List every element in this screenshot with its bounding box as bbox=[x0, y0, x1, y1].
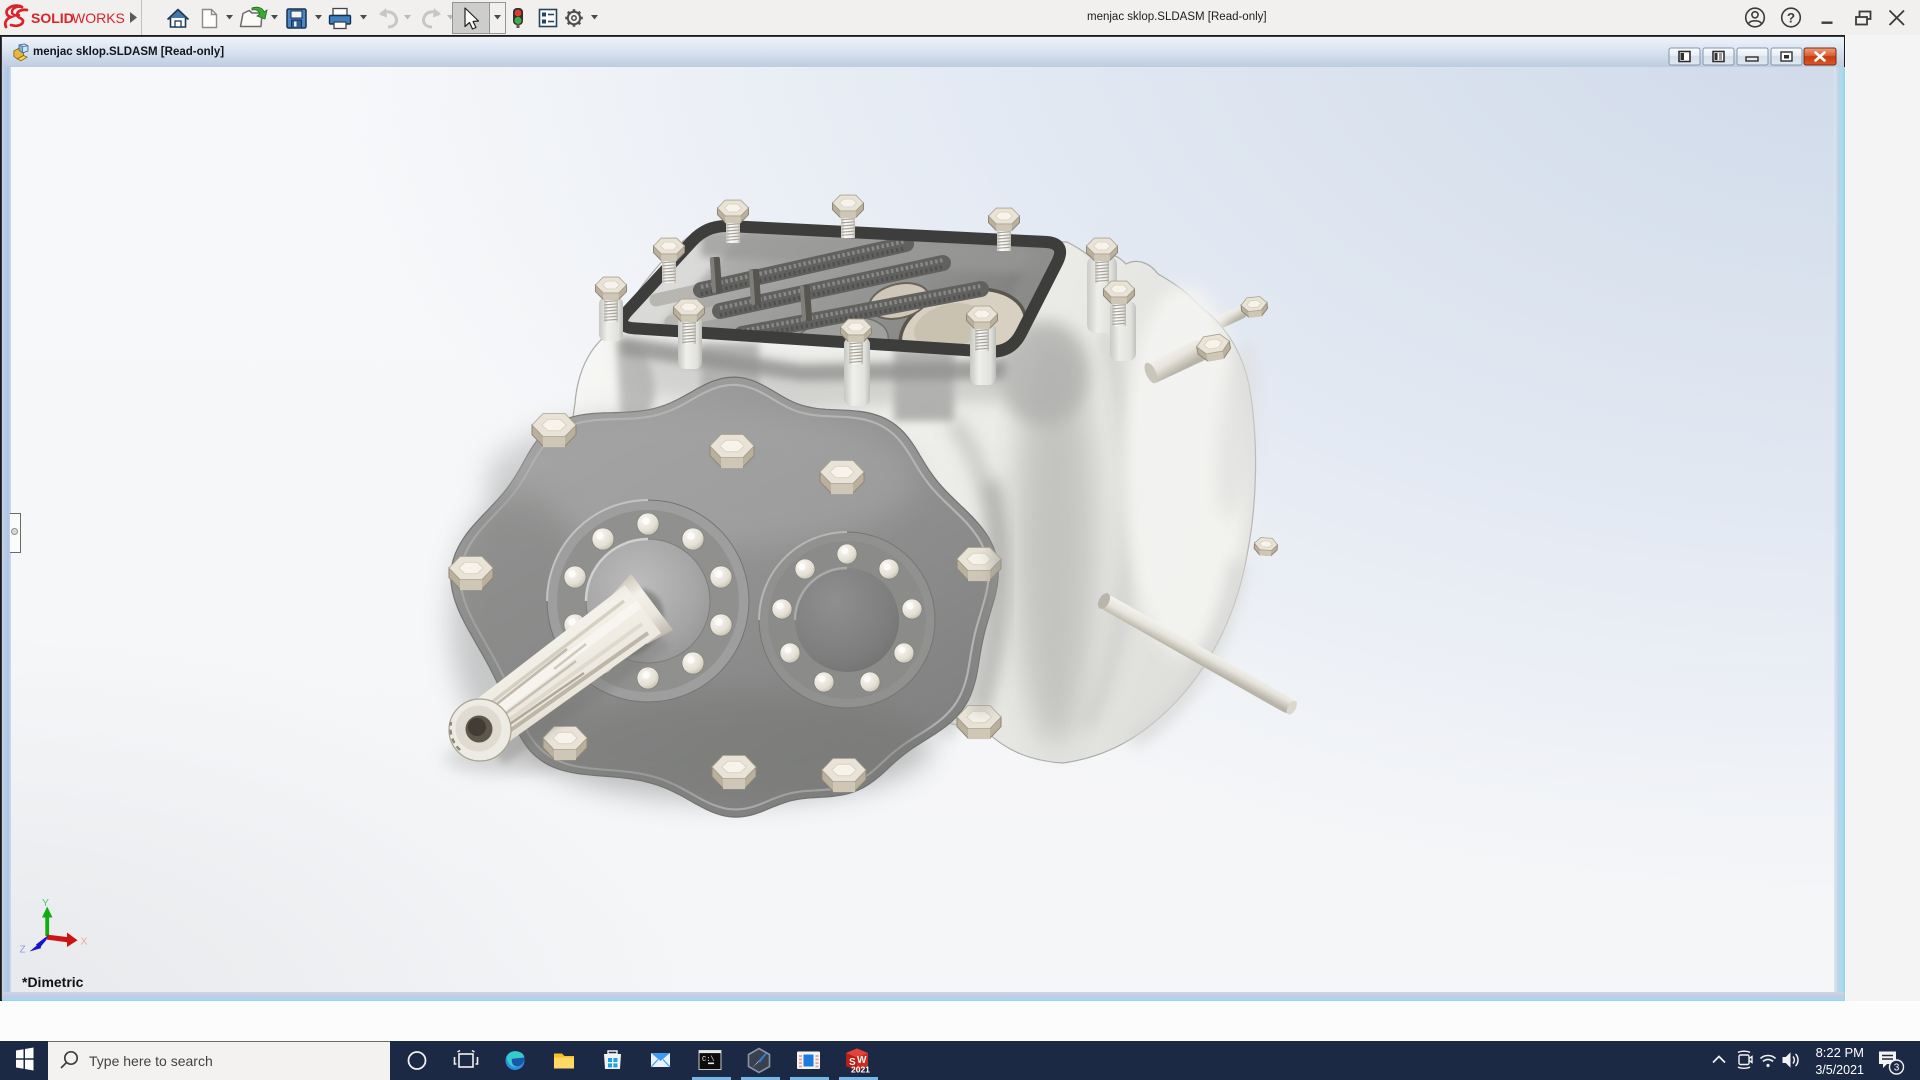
svg-text:2021: 2021 bbox=[851, 1065, 870, 1075]
svg-text:?: ? bbox=[1787, 11, 1795, 26]
svg-text:3: 3 bbox=[1894, 1063, 1900, 1074]
svg-text:WORKS: WORKS bbox=[72, 10, 125, 26]
svg-text:SOLID: SOLID bbox=[31, 10, 74, 26]
svg-text:Y: Y bbox=[42, 897, 49, 909]
svg-text:X: X bbox=[81, 936, 88, 948]
svg-text:Z: Z bbox=[20, 945, 26, 956]
